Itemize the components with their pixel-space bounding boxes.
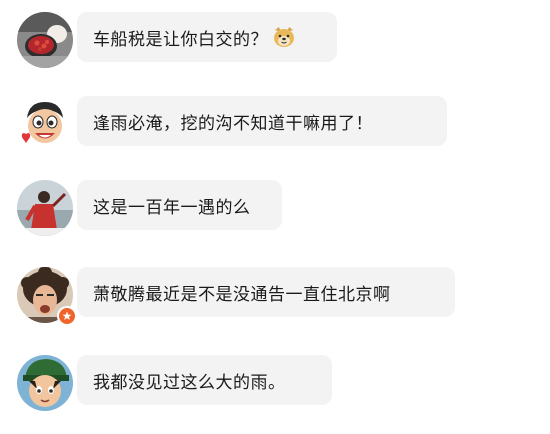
comment-item: 车船税是让你白交的？ [0,0,550,86]
anime-boy-avatar[interactable] [17,355,73,411]
comment-item: 萧敬腾最近是不是没通告一直住北京啊 [0,255,550,341]
comment-bubble[interactable]: 萧敬腾最近是不是没通告一直住北京啊 [77,267,455,317]
comment-text: 萧敬腾最近是不是没通告一直住北京啊 [93,284,391,305]
cartoon-boy-avatar[interactable] [17,96,73,152]
photo-person-red-avatar[interactable] [17,180,73,236]
comment-bubble[interactable]: 逢雨必淹，挖的沟不知道干嘛用了！ [77,96,447,146]
comment-bubble[interactable]: 这是一百年一遇的么 [77,180,282,230]
comment-item: 这是一百年一遇的么 [0,168,550,254]
comment-text: 车船税是让你白交的？ [93,29,268,50]
comment-text: 我都没见过这么大的雨。 [93,372,286,393]
comment-list: 车船税是让你白交的？ 逢雨必淹，挖的沟不知道干嘛用了！ 这是一百年一遇的么 萧敬… [0,0,550,434]
comment-text: 逢雨必淹，挖的沟不知道干嘛用了！ [93,113,373,134]
comment-item: 逢雨必淹，挖的沟不知道干嘛用了！ [0,84,550,170]
food-photo-avatar[interactable] [17,12,73,68]
doge-emoji-icon [272,26,296,48]
comment-text: 这是一百年一遇的么 [93,197,251,218]
verified-badge-icon [57,306,77,326]
comment-bubble[interactable]: 车船税是让你白交的？ [77,12,337,62]
comment-bubble[interactable]: 我都没见过这么大的雨。 [77,355,332,405]
comment-item: 我都没见过这么大的雨。 [0,343,550,429]
